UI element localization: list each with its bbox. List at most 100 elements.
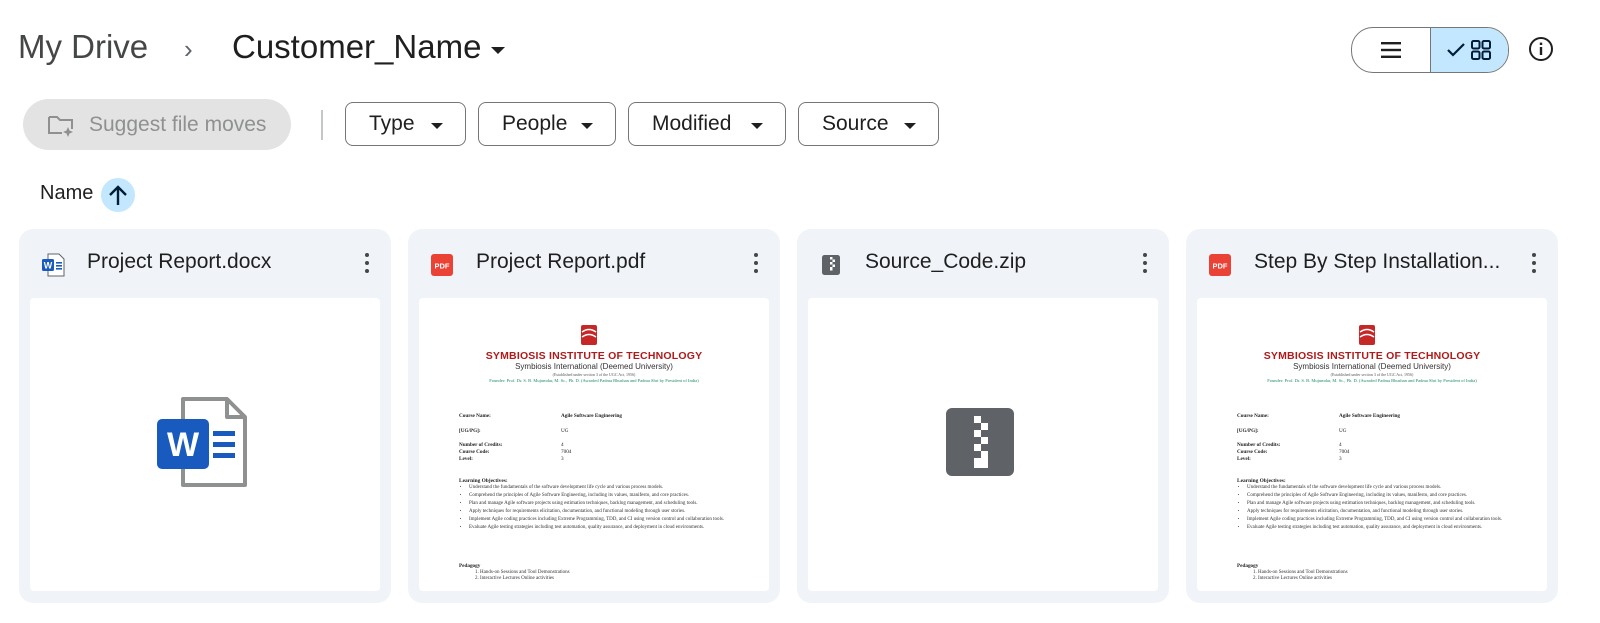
list-item: 2. Interactive Lectures Online activitie…	[475, 576, 554, 581]
list-item: Evaluate Agile testing strategies includ…	[469, 525, 759, 531]
institute-name: SYMBIOSIS INSTITUTE OF TECHNOLOGY	[1263, 350, 1481, 362]
institute-name: SYMBIOSIS INSTITUTE OF TECHNOLOGY	[485, 350, 703, 362]
established-note: (Established under section 3 of the UGC …	[552, 372, 636, 377]
pdf-icon: PDF	[431, 254, 453, 276]
list-item: 2. Interactive Lectures Online activitie…	[1253, 576, 1332, 581]
svg-text:W: W	[167, 426, 200, 464]
list-item: Apply techniques for requirements elicit…	[469, 509, 759, 515]
field-key: Number of Credits:	[459, 442, 503, 448]
file-card-header: PDF Project Report.pdf	[408, 229, 780, 299]
pedagogy-title: Pedagogy	[1237, 563, 1259, 569]
filter-label: People	[502, 112, 568, 135]
filter-people[interactable]: People	[478, 102, 616, 146]
field-value: 3	[1339, 456, 1342, 462]
suggest-file-moves-button[interactable]: Suggest file moves	[23, 99, 291, 150]
university-name: Symbiosis International (Deemed Universi…	[515, 362, 673, 371]
breadcrumb-current-folder[interactable]: Customer_Name	[232, 28, 506, 66]
file-card[interactable]: Source_Code.zip	[797, 229, 1169, 603]
folder-sparkle-icon	[48, 115, 73, 137]
field-key: Number of Credits:	[1237, 442, 1281, 448]
field-key: Course Code:	[1237, 449, 1268, 455]
svg-text:PDF: PDF	[1213, 262, 1228, 271]
chevron-down-icon	[491, 46, 506, 54]
list-item: Plan and manage Agile software projects …	[469, 501, 759, 507]
field-key: [UG/PG]:	[1237, 428, 1259, 434]
list-icon	[1380, 42, 1401, 58]
breadcrumb-root[interactable]: My Drive	[18, 28, 148, 66]
grid-view-button[interactable]	[1429, 28, 1508, 72]
objectives-list: Understand the fundamentals of the softw…	[1237, 485, 1537, 533]
field-value: 4	[1339, 442, 1342, 448]
more-actions-icon[interactable]	[746, 249, 766, 277]
objectives-list: Understand the fundamentals of the softw…	[459, 485, 759, 533]
list-item: Understand the fundamentals of the softw…	[1247, 485, 1537, 491]
svg-text:PDF: PDF	[435, 262, 450, 271]
field-value: 7004	[561, 449, 572, 455]
pedagogy-title: Pedagogy	[459, 563, 481, 569]
list-item: Understand the fundamentals of the softw…	[469, 485, 759, 491]
field-key: Level:	[459, 456, 473, 462]
file-name: Project Report.docx	[87, 250, 272, 273]
file-thumbnail[interactable]: SYMBIOSIS INSTITUTE OF TECHNOLOGY Symbio…	[419, 298, 769, 591]
zip-icon	[822, 255, 840, 275]
more-actions-icon[interactable]	[357, 249, 377, 277]
list-item: Implement Agile coding practices includi…	[1247, 517, 1537, 523]
file-card-header: W Project Report.docx	[19, 229, 391, 299]
filter-type[interactable]: Type	[345, 102, 466, 146]
chevron-down-icon	[751, 123, 763, 129]
word-icon: W	[157, 397, 247, 487]
founder-note: Founder: Prof. Dr. S. B. Mujumdar, M. Sc…	[1267, 378, 1477, 383]
file-thumbnail[interactable]: SYMBIOSIS INSTITUTE OF TECHNOLOGY Symbio…	[1197, 298, 1547, 591]
file-card[interactable]: W Project Report.docx W	[19, 229, 391, 603]
list-item: Comprehend the principles of Agile Softw…	[1247, 493, 1537, 499]
field-key: Course Name:	[459, 413, 491, 419]
field-key: Level:	[1237, 456, 1251, 462]
list-item: Plan and manage Agile software projects …	[1247, 501, 1537, 507]
file-card-header: PDF Step By Step Installation...	[1186, 229, 1558, 299]
pedagogy-list: 1. Hands-on Sessions and Tool Demonstrat…	[475, 570, 570, 582]
field-key: Course Code:	[459, 449, 490, 455]
list-item: Comprehend the principles of Agile Softw…	[469, 493, 759, 499]
breadcrumb-separator-icon: ›	[184, 34, 193, 64]
field-value: 7004	[1339, 449, 1350, 455]
suggest-label: Suggest file moves	[89, 112, 267, 136]
info-icon[interactable]	[1528, 36, 1554, 62]
file-card[interactable]: PDF Project Report.pdf SYMBIOSIS INSTITU…	[408, 229, 780, 603]
pdf-icon: PDF	[1209, 254, 1231, 276]
svg-text:W: W	[44, 261, 53, 271]
institute-logo-icon	[1359, 325, 1375, 345]
university-name: Symbiosis International (Deemed Universi…	[1293, 362, 1451, 371]
filter-label: Modified	[652, 112, 732, 135]
objectives-title: Learning Objectives:	[459, 478, 508, 484]
field-value: 3	[561, 456, 564, 462]
view-toggle	[1351, 27, 1509, 73]
sort-label[interactable]: Name	[40, 182, 93, 205]
file-name: Step By Step Installation...	[1254, 250, 1501, 273]
header: My Drive › Customer_Name	[0, 0, 1600, 100]
field-value: Agile Software Engineering	[561, 413, 622, 419]
chevron-down-icon	[581, 123, 593, 129]
more-actions-icon[interactable]	[1135, 249, 1155, 277]
file-card[interactable]: PDF Step By Step Installation... SYMBIOS…	[1186, 229, 1558, 603]
filter-source[interactable]: Source	[798, 102, 939, 146]
pedagogy-list: 1. Hands-on Sessions and Tool Demonstrat…	[1253, 570, 1348, 582]
chevron-down-icon	[431, 123, 443, 129]
list-view-button[interactable]	[1352, 28, 1430, 72]
folder-name: Customer_Name	[232, 28, 482, 65]
field-value: 4	[561, 442, 564, 448]
institute-logo-icon	[581, 325, 597, 345]
file-thumbnail[interactable]	[808, 298, 1158, 591]
list-item: Implement Agile coding practices includi…	[469, 517, 759, 523]
more-actions-icon[interactable]	[1524, 249, 1544, 277]
field-value: Agile Software Engineering	[1339, 413, 1400, 419]
list-item: Apply techniques for requirements elicit…	[1247, 509, 1537, 515]
sort-direction-button[interactable]	[101, 178, 135, 212]
list-item: Evaluate Agile testing strategies includ…	[1247, 525, 1537, 531]
zip-icon	[946, 408, 1014, 476]
founder-note: Founder: Prof. Dr. S. B. Mujumdar, M. Sc…	[489, 378, 699, 383]
file-name: Project Report.pdf	[476, 250, 646, 273]
file-thumbnail[interactable]: W	[30, 298, 380, 591]
filter-modified[interactable]: Modified	[628, 102, 786, 146]
word-icon: W	[42, 253, 65, 277]
document-preview: SYMBIOSIS INSTITUTE OF TECHNOLOGY Symbio…	[419, 298, 769, 591]
